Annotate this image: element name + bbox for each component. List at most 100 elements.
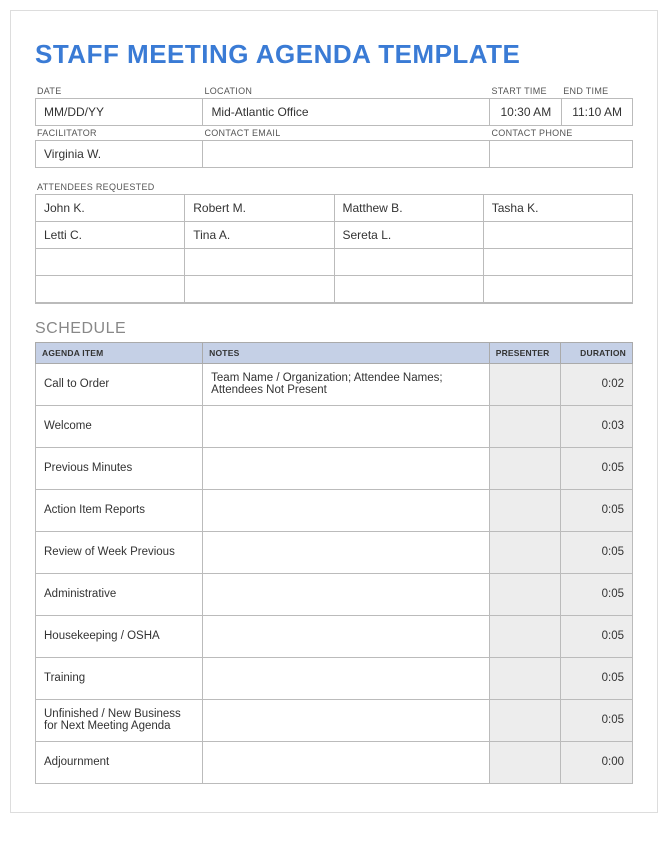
schedule-duration-cell: 0:02: [561, 363, 633, 405]
schedule-presenter-cell: [489, 531, 561, 573]
schedule-presenter-cell: [489, 363, 561, 405]
schedule-row: Adjournment 0:00: [36, 741, 633, 783]
end-time-cell: END TIME 11:10 AM: [561, 84, 633, 126]
attendee-row: [36, 276, 633, 303]
location-label: LOCATION: [202, 84, 489, 99]
schedule-table: AGENDA ITEM NOTES PRESENTER DURATION Cal…: [35, 342, 633, 784]
schedule-header-notes: NOTES: [203, 342, 490, 363]
attendee-cell: [334, 276, 483, 303]
schedule-row: Review of Week Previous 0:05: [36, 531, 633, 573]
schedule-duration-cell: 0:03: [561, 405, 633, 447]
schedule-notes-cell: [203, 489, 490, 531]
schedule-duration-cell: 0:05: [561, 573, 633, 615]
schedule-duration-cell: 0:05: [561, 489, 633, 531]
schedule-row: Action Item Reports 0:05: [36, 489, 633, 531]
schedule-duration-cell: 0:05: [561, 447, 633, 489]
schedule-duration-cell: 0:05: [561, 657, 633, 699]
attendee-cell: [185, 276, 334, 303]
schedule-notes-cell: [203, 447, 490, 489]
attendees-table: John K.Robert M.Matthew B.Tasha K.Letti …: [35, 194, 633, 304]
attendee-cell: John K.: [36, 195, 185, 222]
location-value: Mid-Atlantic Office: [202, 99, 489, 126]
start-time-value: 10:30 AM: [489, 99, 561, 126]
schedule-row: Previous Minutes 0:05: [36, 447, 633, 489]
date-label: DATE: [35, 84, 202, 99]
attendee-cell: Matthew B.: [334, 195, 483, 222]
attendee-cell: Letti C.: [36, 222, 185, 249]
date-cell: DATE MM/DD/YY: [35, 84, 202, 126]
schedule-presenter-cell: [489, 699, 561, 741]
schedule-header-duration: DURATION: [561, 342, 633, 363]
schedule-row: Welcome 0:03: [36, 405, 633, 447]
schedule-row: Housekeeping / OSHA 0:05: [36, 615, 633, 657]
schedule-presenter-cell: [489, 447, 561, 489]
schedule-duration-cell: 0:05: [561, 615, 633, 657]
start-time-label: START TIME: [489, 84, 561, 99]
attendee-cell: [36, 249, 185, 276]
schedule-presenter-cell: [489, 405, 561, 447]
contact-email-cell: CONTACT EMAIL: [202, 126, 489, 168]
attendee-row: [36, 249, 633, 276]
schedule-duration-cell: 0:00: [561, 741, 633, 783]
attendee-row: Letti C.Tina A.Sereta L.: [36, 222, 633, 249]
attendee-cell: [334, 249, 483, 276]
attendee-cell: [483, 249, 632, 276]
schedule-notes-cell: [203, 531, 490, 573]
schedule-item-cell: Call to Order: [36, 363, 203, 405]
schedule-row: Administrative 0:05: [36, 573, 633, 615]
facilitator-label: FACILITATOR: [35, 126, 202, 141]
schedule-row: Unfinished / New Business for Next Meeti…: [36, 699, 633, 741]
contact-phone-value: [489, 141, 633, 168]
info-row-1: DATE MM/DD/YY LOCATION Mid-Atlantic Offi…: [35, 84, 633, 126]
schedule-presenter-cell: [489, 741, 561, 783]
attendee-cell: Tina A.: [185, 222, 334, 249]
facilitator-value: Virginia W.: [35, 141, 202, 168]
schedule-notes-cell: [203, 615, 490, 657]
schedule-notes-cell: [203, 657, 490, 699]
end-time-value: 11:10 AM: [561, 99, 633, 126]
end-time-label: END TIME: [561, 84, 633, 99]
schedule-duration-cell: 0:05: [561, 699, 633, 741]
schedule-item-cell: Welcome: [36, 405, 203, 447]
schedule-section-title: SCHEDULE: [35, 320, 633, 338]
schedule-presenter-cell: [489, 573, 561, 615]
attendees-label: ATTENDEES REQUESTED: [35, 176, 633, 194]
attendee-cell: Sereta L.: [334, 222, 483, 249]
document-page: STAFF MEETING AGENDA TEMPLATE DATE MM/DD…: [10, 10, 658, 813]
attendee-cell: Robert M.: [185, 195, 334, 222]
contact-email-label: CONTACT EMAIL: [202, 126, 489, 141]
schedule-item-cell: Action Item Reports: [36, 489, 203, 531]
attendee-cell: [483, 222, 632, 249]
schedule-item-cell: Review of Week Previous: [36, 531, 203, 573]
schedule-item-cell: Housekeeping / OSHA: [36, 615, 203, 657]
attendee-cell: [185, 249, 334, 276]
schedule-item-cell: Training: [36, 657, 203, 699]
info-row-2: FACILITATOR Virginia W. CONTACT EMAIL CO…: [35, 126, 633, 168]
schedule-item-cell: Administrative: [36, 573, 203, 615]
location-cell: LOCATION Mid-Atlantic Office: [202, 84, 489, 126]
schedule-duration-cell: 0:05: [561, 531, 633, 573]
schedule-item-cell: Previous Minutes: [36, 447, 203, 489]
schedule-presenter-cell: [489, 489, 561, 531]
schedule-row: Training 0:05: [36, 657, 633, 699]
schedule-notes-cell: Team Name / Organization; Attendee Names…: [203, 363, 490, 405]
contact-phone-label: CONTACT PHONE: [489, 126, 633, 141]
schedule-item-cell: Adjournment: [36, 741, 203, 783]
schedule-notes-cell: [203, 699, 490, 741]
attendee-row: John K.Robert M.Matthew B.Tasha K.: [36, 195, 633, 222]
facilitator-cell: FACILITATOR Virginia W.: [35, 126, 202, 168]
schedule-presenter-cell: [489, 615, 561, 657]
schedule-notes-cell: [203, 741, 490, 783]
meeting-info-block: DATE MM/DD/YY LOCATION Mid-Atlantic Offi…: [35, 84, 633, 168]
schedule-presenter-cell: [489, 657, 561, 699]
date-value: MM/DD/YY: [35, 99, 202, 126]
contact-email-value: [202, 141, 489, 168]
schedule-notes-cell: [203, 573, 490, 615]
attendee-cell: Tasha K.: [483, 195, 632, 222]
start-time-cell: START TIME 10:30 AM: [489, 84, 561, 126]
schedule-notes-cell: [203, 405, 490, 447]
page-title: STAFF MEETING AGENDA TEMPLATE: [35, 39, 633, 70]
schedule-row: Call to OrderTeam Name / Organization; A…: [36, 363, 633, 405]
attendee-cell: [483, 276, 632, 303]
schedule-header-item: AGENDA ITEM: [36, 342, 203, 363]
